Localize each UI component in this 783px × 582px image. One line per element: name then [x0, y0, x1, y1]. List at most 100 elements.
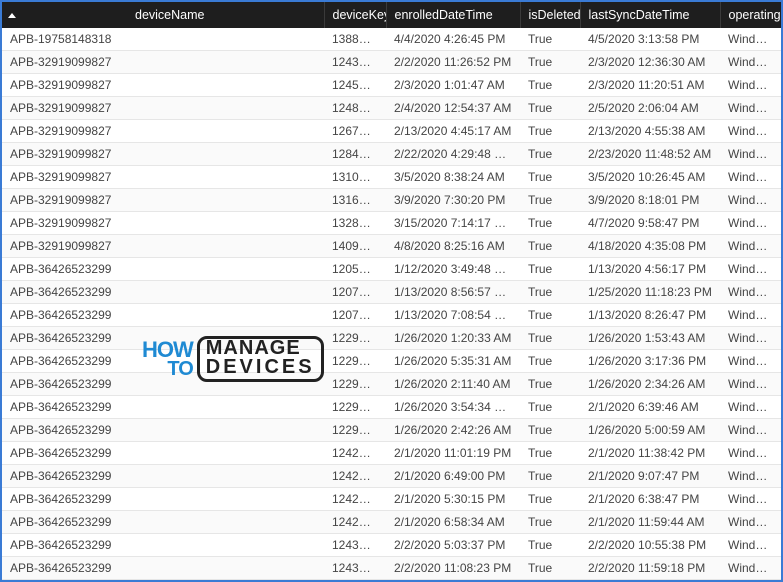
col-header-lastSyncDateTime[interactable]: lastSyncDateTime [580, 2, 720, 28]
cell-isDeleted: True [520, 373, 580, 396]
cell-isDeleted: True [520, 580, 580, 581]
table-row[interactable]: APB-3291909982712431592/2/2020 11:26:52 … [2, 51, 781, 74]
cell-deviceKey: 1229832 [324, 373, 386, 396]
table-row[interactable]: APB-3642652329912070911/13/2020 8:56:57 … [2, 281, 781, 304]
col-header-label: enrolledDateTime [395, 8, 493, 22]
cell-deviceKey: 1229834 [324, 419, 386, 442]
table-row[interactable]: APB-3642652329912057191/12/2020 3:49:48 … [2, 258, 781, 281]
cell-deviceKey: 1242611 [324, 488, 386, 511]
cell-deviceKey: 1242609 [324, 442, 386, 465]
col-header-label: deviceName [135, 8, 204, 22]
cell-enrolledDateTime: 2/3/2020 1:01:47 AM [386, 74, 520, 97]
cell-operatingSystem: Windows [720, 97, 781, 120]
cell-operatingSystem: Windows [720, 166, 781, 189]
cell-lastSyncDateTime: 4/7/2020 9:58:47 PM [580, 212, 720, 235]
table-row[interactable]: APB-3642652329912070921/13/2020 7:08:54 … [2, 304, 781, 327]
cell-deviceKey: 1267354 [324, 120, 386, 143]
cell-operatingSystem: Windows [720, 511, 781, 534]
cell-isDeleted: True [520, 281, 580, 304]
cell-lastSyncDateTime: 2/23/2020 11:48:52 AM [580, 143, 720, 166]
cell-isDeleted: True [520, 396, 580, 419]
devices-table: deviceName deviceKey enrolledDateTime is… [2, 2, 781, 580]
cell-operatingSystem: Windows [720, 258, 781, 281]
cell-isDeleted: True [520, 258, 580, 281]
table-row[interactable]: APB-3291909982712673542/13/2020 4:45:17 … [2, 120, 781, 143]
col-header-deviceKey[interactable]: deviceKey [324, 2, 386, 28]
cell-deviceKey: 1328350 [324, 212, 386, 235]
cell-operatingSystem: Windows [720, 189, 781, 212]
cell-enrolledDateTime: 1/26/2020 2:11:40 AM [386, 373, 520, 396]
table-row[interactable]: APB-3642652329912451122/3/2020 12:10:21 … [2, 580, 781, 581]
cell-operatingSystem: Windows [720, 74, 781, 97]
cell-enrolledDateTime: 2/2/2020 11:26:52 PM [386, 51, 520, 74]
cell-enrolledDateTime: 2/1/2020 6:58:34 AM [386, 511, 520, 534]
cell-lastSyncDateTime: 2/1/2020 11:59:44 AM [580, 511, 720, 534]
cell-enrolledDateTime: 2/4/2020 12:54:37 AM [386, 97, 520, 120]
cell-isDeleted: True [520, 488, 580, 511]
cell-lastSyncDateTime: 2/1/2020 6:39:46 AM [580, 396, 720, 419]
cell-deviceName: APB-36426523299 [2, 419, 324, 442]
table-row[interactable]: APB-3642652329912298341/26/2020 2:42:26 … [2, 419, 781, 442]
cell-deviceKey: 1284193 [324, 143, 386, 166]
table-row[interactable]: APB-3642652329912298331/26/2020 3:54:34 … [2, 396, 781, 419]
cell-deviceName: APB-32919099827 [2, 235, 324, 258]
table-row[interactable]: APB-3642652329912428242/1/2020 6:58:34 A… [2, 511, 781, 534]
cell-deviceKey: 1242824 [324, 511, 386, 534]
cell-isDeleted: True [520, 189, 580, 212]
cell-isDeleted: True [520, 212, 580, 235]
cell-lastSyncDateTime: 2/2/2020 10:55:38 PM [580, 534, 720, 557]
col-header-deviceName[interactable]: deviceName [2, 2, 324, 28]
cell-enrolledDateTime: 1/26/2020 2:42:26 AM [386, 419, 520, 442]
cell-enrolledDateTime: 4/4/2020 4:26:45 PM [386, 28, 520, 51]
table-row[interactable]: APB-3291909982712483342/4/2020 12:54:37 … [2, 97, 781, 120]
table-row[interactable]: APB-3642652329912298321/26/2020 2:11:40 … [2, 373, 781, 396]
table-row[interactable]: APB-1975814831813886304/4/2020 4:26:45 P… [2, 28, 781, 51]
cell-isDeleted: True [520, 74, 580, 97]
cell-deviceName: APB-36426523299 [2, 327, 324, 350]
table-row[interactable]: APB-3291909982713167533/9/2020 7:30:20 P… [2, 189, 781, 212]
table-row[interactable]: APB-3291909982713283503/15/2020 7:14:17 … [2, 212, 781, 235]
cell-operatingSystem: Windows [720, 442, 781, 465]
col-header-enrolledDateTime[interactable]: enrolledDateTime [386, 2, 520, 28]
cell-lastSyncDateTime: 3/5/2020 10:26:45 AM [580, 166, 720, 189]
table-row[interactable]: APB-3642652329912426102/1/2020 6:49:00 P… [2, 465, 781, 488]
table-row[interactable]: APB-3642652329912434982/2/2020 11:08:23 … [2, 557, 781, 580]
cell-operatingSystem: Windows [720, 419, 781, 442]
cell-enrolledDateTime: 3/5/2020 8:38:24 AM [386, 166, 520, 189]
table-row[interactable]: APB-3642652329912298311/26/2020 5:35:31 … [2, 350, 781, 373]
cell-deviceName: APB-36426523299 [2, 465, 324, 488]
cell-enrolledDateTime: 1/26/2020 3:54:34 PM [386, 396, 520, 419]
col-header-operatingSystem[interactable]: operatingSystem [720, 2, 781, 28]
table-row[interactable]: APB-3642652329912426112/1/2020 5:30:15 P… [2, 488, 781, 511]
cell-lastSyncDateTime: 3/9/2020 8:18:01 PM [580, 189, 720, 212]
cell-deviceName: APB-36426523299 [2, 580, 324, 581]
cell-deviceName: APB-36426523299 [2, 511, 324, 534]
cell-deviceKey: 1207092 [324, 304, 386, 327]
cell-isDeleted: True [520, 350, 580, 373]
table-row[interactable]: APB-3642652329912434872/2/2020 5:03:37 P… [2, 534, 781, 557]
cell-operatingSystem: Windows [720, 212, 781, 235]
col-header-isDeleted[interactable]: isDeleted [520, 2, 580, 28]
data-grid-container[interactable]: deviceName deviceKey enrolledDateTime is… [2, 2, 781, 580]
table-row[interactable]: APB-3642652329912298301/26/2020 1:20:33 … [2, 327, 781, 350]
table-row[interactable]: APB-3291909982712451112/3/2020 1:01:47 A… [2, 74, 781, 97]
cell-deviceName: APB-32919099827 [2, 143, 324, 166]
cell-lastSyncDateTime: 2/13/2020 4:55:38 AM [580, 120, 720, 143]
cell-isDeleted: True [520, 304, 580, 327]
cell-deviceName: APB-36426523299 [2, 488, 324, 511]
table-row[interactable]: APB-3291909982714091874/8/2020 8:25:16 A… [2, 235, 781, 258]
cell-deviceName: APB-32919099827 [2, 74, 324, 97]
cell-deviceKey: 1205719 [324, 258, 386, 281]
table-row[interactable]: APB-3291909982713108723/5/2020 8:38:24 A… [2, 166, 781, 189]
table-row[interactable]: APB-3642652329912426092/1/2020 11:01:19 … [2, 442, 781, 465]
cell-enrolledDateTime: 2/2/2020 5:03:37 PM [386, 534, 520, 557]
cell-lastSyncDateTime: 2/3/2020 11:20:51 AM [580, 74, 720, 97]
cell-enrolledDateTime: 2/1/2020 11:01:19 PM [386, 442, 520, 465]
cell-lastSyncDateTime: 4/18/2020 4:35:08 PM [580, 235, 720, 258]
cell-isDeleted: True [520, 557, 580, 580]
table-row[interactable]: APB-3291909982712841932/22/2020 4:29:48 … [2, 143, 781, 166]
cell-operatingSystem: Windows [720, 350, 781, 373]
cell-deviceName: APB-36426523299 [2, 557, 324, 580]
col-header-label: lastSyncDateTime [589, 8, 690, 22]
cell-enrolledDateTime: 2/1/2020 6:49:00 PM [386, 465, 520, 488]
